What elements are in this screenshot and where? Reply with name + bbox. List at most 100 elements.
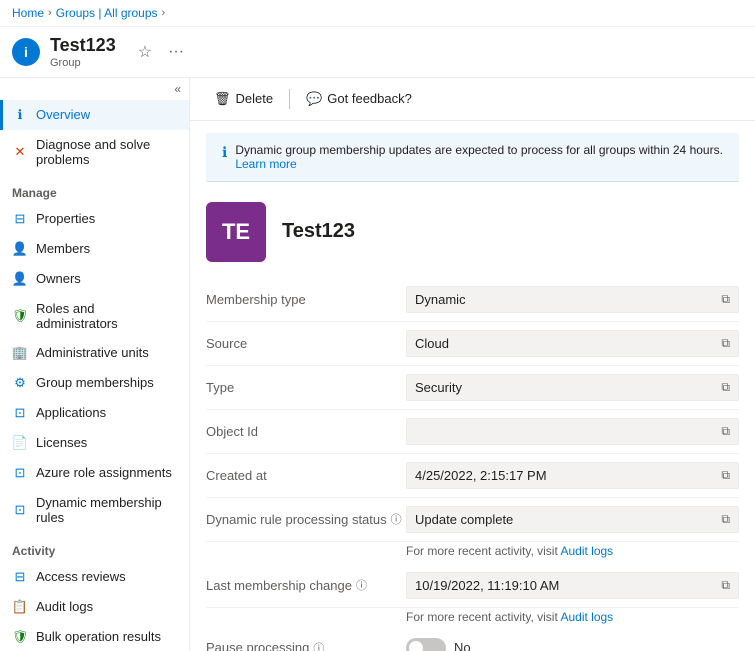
delete-button[interactable]: 🗑 Delete: [206, 86, 281, 112]
page-title: Test123: [50, 35, 116, 57]
sidebar-label-owners: Owners: [36, 271, 81, 286]
dynamic-rules-icon: ⊡: [12, 502, 28, 518]
licenses-icon: 📄: [12, 435, 28, 451]
object-id-copy[interactable]: ⧉: [721, 424, 730, 439]
last-change-audit-link[interactable]: Audit logs: [560, 610, 613, 624]
sidebar-item-group-memberships[interactable]: ⚙ Group memberships: [0, 368, 189, 398]
sidebar-item-access-reviews[interactable]: ⊟ Access reviews: [0, 562, 189, 592]
object-id-field: ⧉: [406, 418, 739, 445]
group-name: Test123: [282, 220, 355, 243]
dynamic-status-note: For more recent activity, visit Audit lo…: [206, 542, 739, 564]
pause-processing-info-icon[interactable]: ⓘ: [313, 640, 324, 651]
group-memberships-icon: ⚙: [12, 375, 28, 391]
membership-type-field: Dynamic ⧉: [406, 286, 739, 313]
last-change-info-icon[interactable]: ⓘ: [356, 577, 367, 593]
sidebar-label-group-memberships: Group memberships: [36, 375, 154, 390]
last-change-field: 10/19/2022, 11:19:10 AM ⧉: [406, 572, 739, 599]
section-manage: Manage: [0, 174, 189, 204]
owners-icon: 👤: [12, 271, 28, 287]
created-at-value: 4/25/2022, 2:15:17 PM ⧉: [406, 462, 739, 489]
type-value: Security ⧉: [406, 374, 739, 401]
header-title-group: Test123 Group: [50, 35, 116, 69]
access-reviews-icon: ⊟: [12, 569, 28, 585]
sidebar-label-admin-units: Administrative units: [36, 345, 149, 360]
roles-icon: 🛡: [12, 308, 28, 324]
sidebar-item-owners[interactable]: 👤 Owners: [0, 264, 189, 294]
membership-type-copy[interactable]: ⧉: [721, 292, 730, 307]
header-actions: ☆ ···: [134, 40, 188, 64]
breadcrumb: Home › Groups | All groups ›: [0, 0, 755, 27]
properties-table: Membership type Dynamic ⧉ Source Cloud: [190, 278, 755, 651]
more-button[interactable]: ···: [164, 40, 188, 64]
sidebar-item-overview[interactable]: ℹ Overview: [0, 100, 189, 130]
pause-toggle-label: No: [454, 640, 471, 651]
pause-processing-row: Pause processing ⓘ No: [206, 630, 739, 651]
dynamic-status-row: Dynamic rule processing status ⓘ Update …: [206, 498, 739, 542]
sidebar-label-azure-roles: Azure role assignments: [36, 465, 172, 480]
feedback-button[interactable]: 💬 Got feedback?: [298, 86, 420, 112]
sidebar-item-bulk-ops[interactable]: 🛡 Bulk operation results: [0, 622, 189, 651]
learn-more-link[interactable]: Learn more: [235, 157, 296, 171]
feedback-icon: 💬: [306, 91, 322, 107]
sidebar-label-diagnose: Diagnose and solve problems: [36, 137, 177, 167]
sidebar-collapse: «: [0, 78, 189, 100]
delete-icon: 🗑: [214, 91, 231, 107]
bulk-ops-icon: 🛡: [12, 629, 28, 645]
last-change-row: Last membership change ⓘ 10/19/2022, 11:…: [206, 564, 739, 608]
collapse-button[interactable]: «: [174, 82, 181, 96]
dynamic-status-info-icon[interactable]: ⓘ: [391, 511, 402, 527]
sidebar-label-audit-logs: Audit logs: [36, 599, 93, 614]
pin-button[interactable]: ☆: [134, 40, 156, 64]
type-row: Type Security ⧉: [206, 366, 739, 410]
sidebar-label-overview: Overview: [36, 107, 90, 122]
sidebar-label-dynamic-rules: Dynamic membership rules: [36, 495, 177, 525]
header-icon: i: [12, 38, 40, 66]
sidebar-item-audit-logs[interactable]: 📋 Audit logs: [0, 592, 189, 622]
sidebar-label-access-reviews: Access reviews: [36, 569, 126, 584]
sidebar-item-dynamic-rules[interactable]: ⊡ Dynamic membership rules: [0, 488, 189, 532]
source-copy[interactable]: ⧉: [721, 336, 730, 351]
sidebar-item-diagnose[interactable]: ✕ Diagnose and solve problems: [0, 130, 189, 174]
dynamic-status-audit-link[interactable]: Audit logs: [560, 544, 613, 558]
membership-type-row: Membership type Dynamic ⧉: [206, 278, 739, 322]
last-change-copy[interactable]: ⧉: [721, 578, 730, 593]
sidebar-item-azure-roles[interactable]: ⊡ Azure role assignments: [0, 458, 189, 488]
sidebar-item-admin-units[interactable]: 🏢 Administrative units: [0, 338, 189, 368]
info-banner-text: Dynamic group membership updates are exp…: [235, 143, 723, 171]
admin-units-icon: 🏢: [12, 345, 28, 361]
sidebar-label-members: Members: [36, 241, 90, 256]
pause-toggle-container: No: [406, 638, 471, 651]
object-id-row: Object Id ⧉: [206, 410, 739, 454]
membership-type-value: Dynamic ⧉: [406, 286, 739, 313]
breadcrumb-sep1: ›: [48, 7, 52, 19]
pause-toggle[interactable]: [406, 638, 446, 651]
sidebar-item-properties[interactable]: ⊟ Properties: [0, 204, 189, 234]
sidebar: « ℹ Overview ✕ Diagnose and solve proble…: [0, 78, 190, 651]
breadcrumb-home[interactable]: Home: [12, 6, 44, 20]
info-banner-icon: ℹ: [222, 144, 227, 161]
content-area: 🗑 Delete 💬 Got feedback? ℹ Dynamic group…: [190, 78, 755, 651]
sidebar-item-applications[interactable]: ⊡ Applications: [0, 398, 189, 428]
created-at-copy[interactable]: ⧉: [721, 468, 730, 483]
dynamic-status-copy[interactable]: ⧉: [721, 512, 730, 527]
object-id-value: ⧉: [406, 418, 739, 445]
group-header: TE Test123: [190, 194, 755, 278]
sidebar-item-licenses[interactable]: 📄 Licenses: [0, 428, 189, 458]
page-subtitle: Group: [50, 57, 116, 69]
breadcrumb-groups[interactable]: Groups | All groups: [56, 6, 158, 20]
created-at-field: 4/25/2022, 2:15:17 PM ⧉: [406, 462, 739, 489]
feedback-label: Got feedback?: [327, 91, 412, 106]
type-copy[interactable]: ⧉: [721, 380, 730, 395]
toolbar-separator: [289, 89, 290, 109]
group-avatar: TE: [206, 202, 266, 262]
source-label: Source: [206, 336, 406, 351]
sidebar-label-applications: Applications: [36, 405, 106, 420]
sidebar-item-roles[interactable]: 🛡 Roles and administrators: [0, 294, 189, 338]
sidebar-item-members[interactable]: 👤 Members: [0, 234, 189, 264]
azure-roles-icon: ⊡: [12, 465, 28, 481]
last-change-label: Last membership change ⓘ: [206, 577, 406, 593]
applications-icon: ⊡: [12, 405, 28, 421]
group-avatar-initials: TE: [222, 219, 250, 245]
type-label: Type: [206, 380, 406, 395]
info-banner: ℹ Dynamic group membership updates are e…: [206, 133, 739, 182]
